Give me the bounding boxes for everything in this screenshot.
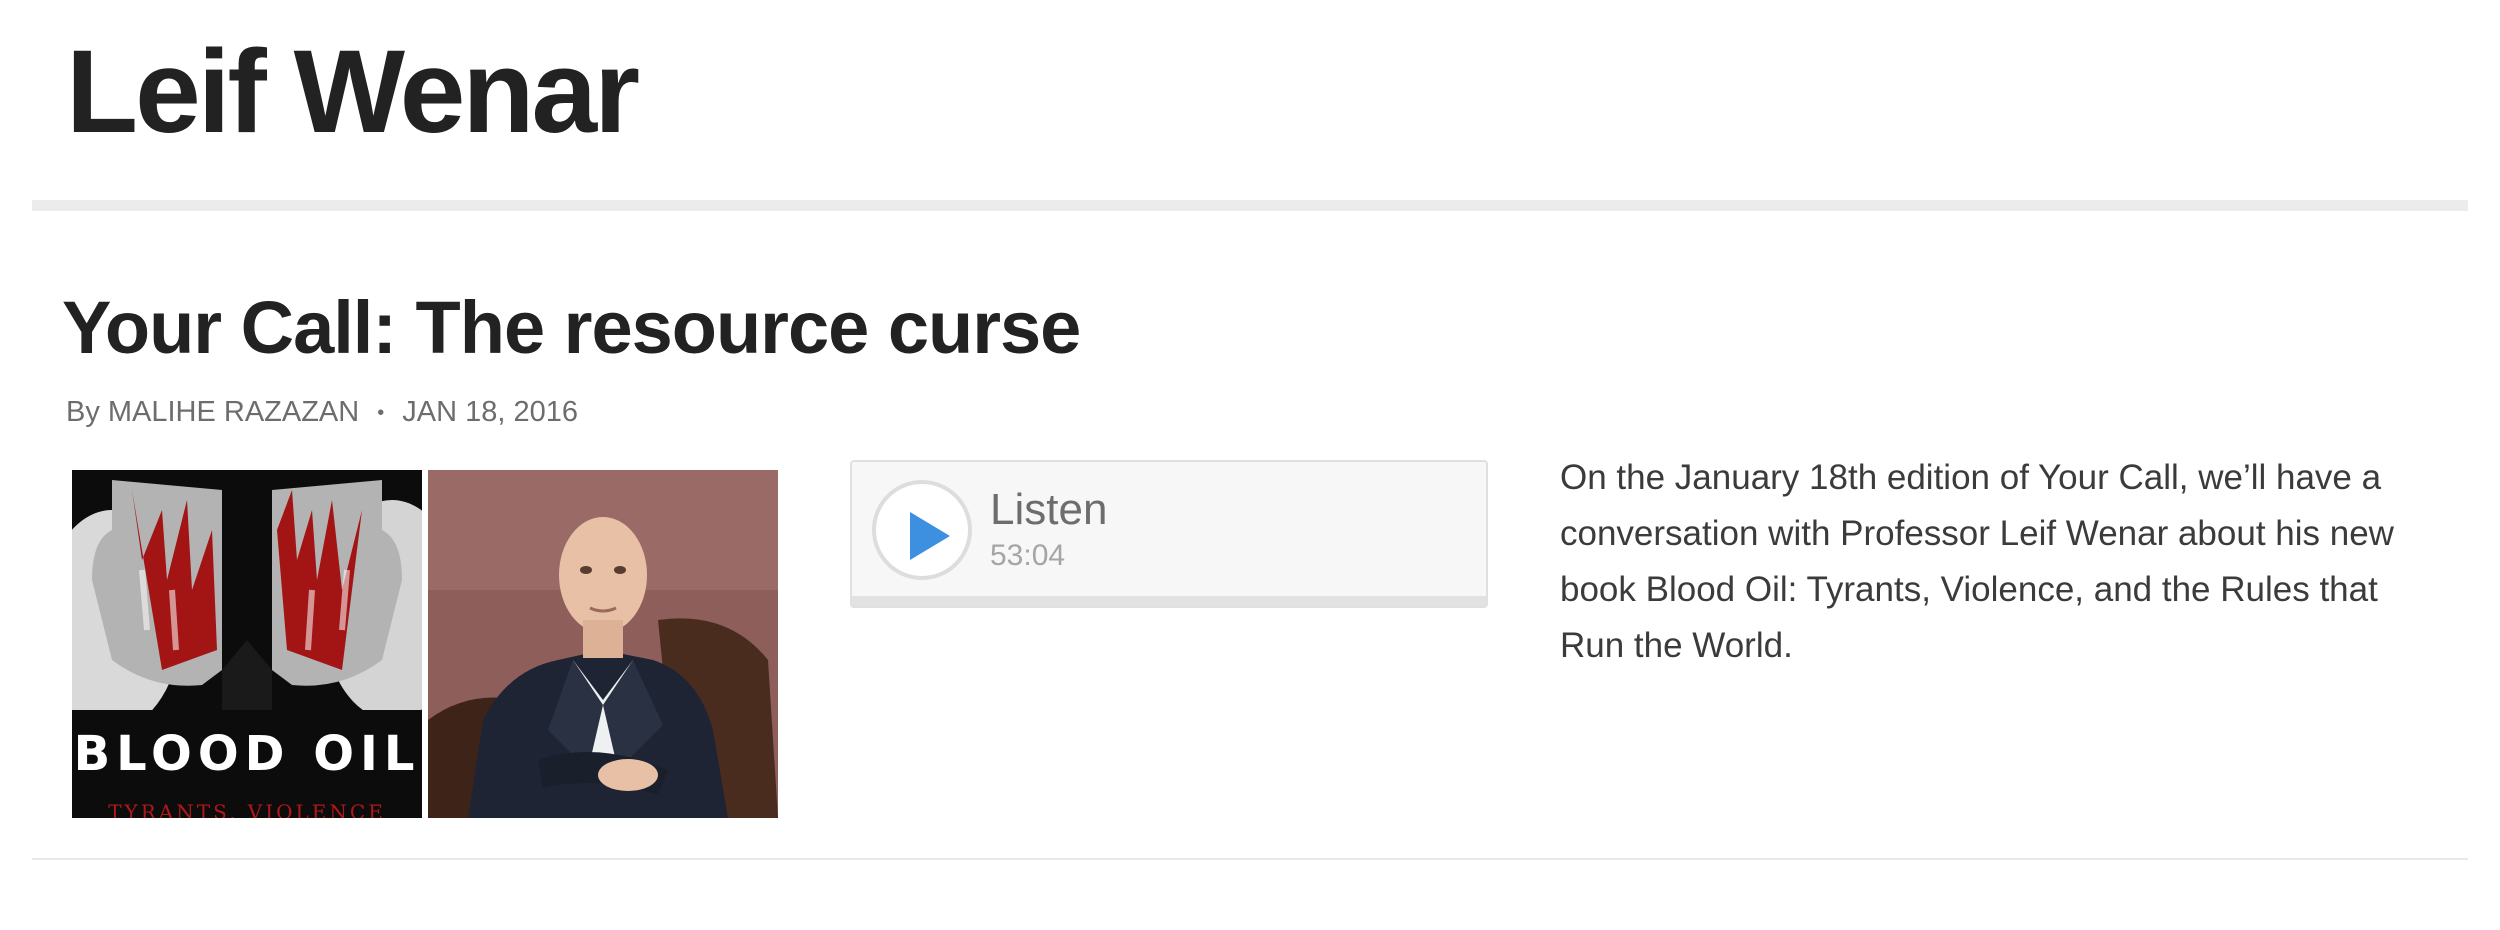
byline-prefix: By bbox=[66, 396, 100, 428]
listen-label: Listen bbox=[990, 485, 1108, 534]
play-icon bbox=[910, 512, 950, 560]
story-image[interactable]: BLOOD OIL TYRANTS, VIOLENCE bbox=[72, 470, 778, 818]
page-title: Leif Wenar bbox=[66, 26, 640, 158]
author-portrait-image bbox=[428, 470, 778, 818]
book-cover-image: BLOOD OIL TYRANTS, VIOLENCE bbox=[72, 470, 422, 818]
audio-player: Listen 53:04 bbox=[850, 460, 1488, 608]
play-button[interactable] bbox=[872, 480, 972, 580]
bloody-hands-illustration bbox=[72, 470, 422, 710]
book-cover-title: BLOOD OIL bbox=[73, 726, 421, 782]
book-cover-subtitle: TYRANTS, VIOLENCE bbox=[108, 800, 386, 818]
audio-progress-bar[interactable] bbox=[852, 596, 1486, 606]
byline-separator: • bbox=[377, 402, 385, 425]
header-divider bbox=[32, 200, 2468, 211]
audio-duration: 53:04 bbox=[990, 539, 1066, 572]
story-date: JAN 18, 2016 bbox=[402, 396, 578, 428]
byline: By MALIHE RAZAZAN • JAN 18, 2016 bbox=[66, 392, 578, 433]
page: Leif Wenar Your Call: The resource curse… bbox=[0, 0, 2500, 930]
story-title[interactable]: Your Call: The resource curse bbox=[62, 278, 1081, 378]
author-link[interactable]: MALIHE RAZAZAN bbox=[108, 396, 359, 428]
portrait-illustration bbox=[428, 470, 778, 818]
story-teaser: On the January 18th edition of Your Call… bbox=[1560, 458, 2394, 665]
story-divider bbox=[32, 858, 2468, 860]
